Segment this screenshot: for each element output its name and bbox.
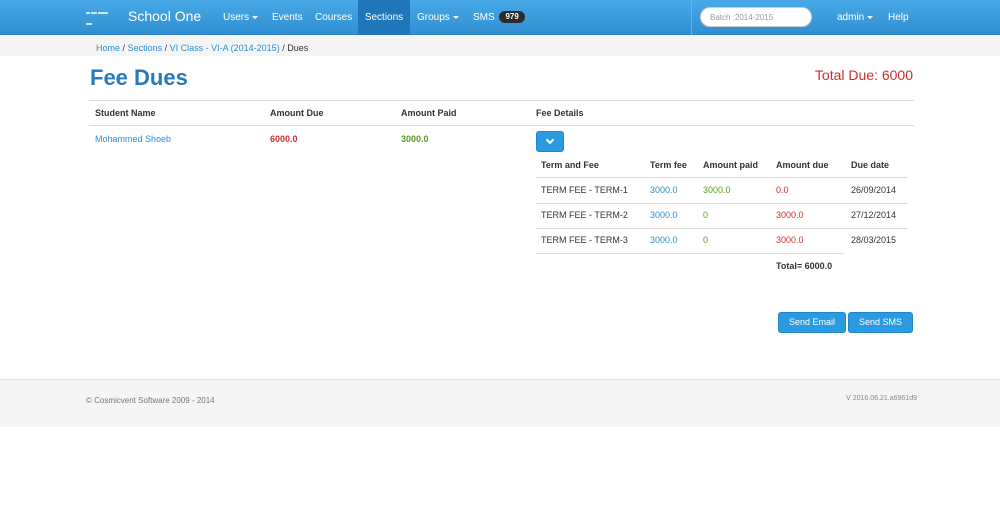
fee-column-due-date: Due date xyxy=(851,160,890,170)
student-name-link[interactable]: Mohammed Shoeb xyxy=(95,134,171,144)
breadcrumb-separator: / xyxy=(122,43,126,53)
fee-term-fee: 3000.0 xyxy=(650,185,678,195)
fee-column-amount-paid: Amount paid xyxy=(703,160,758,170)
fee-header-border xyxy=(536,177,908,178)
table-top-border xyxy=(89,100,914,101)
nav-help[interactable]: Help xyxy=(888,0,909,35)
table-header-border xyxy=(89,125,914,126)
send-email-button[interactable]: Send Email xyxy=(778,312,846,333)
column-header-amount-paid: Amount Paid xyxy=(401,108,457,118)
nav-sms-label: SMS xyxy=(473,12,495,23)
fee-amount-paid: 0 xyxy=(703,235,709,245)
fee-term-name: TERM FEE - TERM-1 xyxy=(541,185,628,195)
fee-term-name: TERM FEE - TERM-2 xyxy=(541,210,628,220)
nav-users-label: Users xyxy=(223,12,250,23)
amount-due-value: 6000.0 xyxy=(270,134,298,144)
nav-events[interactable]: Events xyxy=(272,0,303,35)
batch-search-input[interactable] xyxy=(700,7,812,27)
fee-due-date: 27/12/2014 xyxy=(851,210,897,220)
fee-due-date: 28/03/2015 xyxy=(851,235,897,245)
amount-paid-value: 3000.0 xyxy=(401,134,429,144)
fee-total: Total= 6000.0 xyxy=(776,261,833,271)
fee-column-term-fee: Term fee xyxy=(650,160,687,170)
fee-amount-due: 3000.0 xyxy=(776,235,804,245)
total-due-label: Total Due: 6000 xyxy=(814,67,913,83)
footer-copyright: © Cosmicvent Software 2009 - 2014 xyxy=(86,396,215,405)
breadcrumb-separator: / xyxy=(164,43,168,53)
column-header-amount-due: Amount Due xyxy=(270,108,324,118)
brand-name[interactable]: School One xyxy=(128,8,201,24)
column-header-fee-details: Fee Details xyxy=(536,108,584,118)
nav-divider xyxy=(691,0,692,35)
fee-term-name: TERM FEE - TERM-3 xyxy=(541,235,628,245)
caret-down-icon xyxy=(452,15,459,19)
nav-groups-label: Groups xyxy=(417,12,450,23)
fee-due-date: 26/09/2014 xyxy=(851,185,897,195)
breadcrumb-current: Dues xyxy=(287,43,309,53)
caret-down-icon xyxy=(867,15,874,19)
nav-groups[interactable]: Groups xyxy=(417,0,459,35)
footer-version: V 2016.06.21.a6961d9 xyxy=(846,395,917,402)
breadcrumb: Home / Sections / VI Class - VI-A (2014-… xyxy=(96,43,308,53)
send-sms-button[interactable]: Send SMS xyxy=(848,312,913,333)
breadcrumb-class[interactable]: VI Class - VI-A (2014-2015) xyxy=(170,43,280,53)
fee-column-amount-due: Amount due xyxy=(776,160,829,170)
nav-admin-label: admin xyxy=(837,12,865,23)
app-logo[interactable] xyxy=(86,6,114,25)
breadcrumb-home[interactable]: Home xyxy=(96,43,120,53)
sms-count-badge: 979 xyxy=(499,11,525,24)
fee-column-term: Term and Fee xyxy=(541,160,599,170)
nav-admin-menu[interactable]: admin xyxy=(837,0,874,35)
nav-users[interactable]: Users xyxy=(223,0,259,35)
fee-details-toggle-button[interactable] xyxy=(536,131,564,152)
fee-amount-paid: 0 xyxy=(703,210,709,220)
top-navbar: School One Users Events Courses Sections… xyxy=(0,0,1000,35)
fee-term-fee: 3000.0 xyxy=(650,210,678,220)
fee-row-border xyxy=(536,228,908,229)
nav-sections[interactable]: Sections xyxy=(358,0,410,35)
breadcrumb-sections[interactable]: Sections xyxy=(128,43,163,53)
chevron-down-icon xyxy=(545,135,555,145)
column-header-student: Student Name xyxy=(95,108,156,118)
fee-row-border xyxy=(536,253,844,254)
page-title: Fee Dues xyxy=(90,65,188,90)
fee-term-fee: 3000.0 xyxy=(650,235,678,245)
fee-amount-due: 0.0 xyxy=(776,185,789,195)
nav-sms[interactable]: SMS 979 xyxy=(473,0,525,35)
fee-amount-paid: 3000.0 xyxy=(703,185,731,195)
breadcrumb-separator: / xyxy=(282,43,285,53)
fee-amount-due: 3000.0 xyxy=(776,210,804,220)
fee-row-border xyxy=(536,203,908,204)
nav-courses[interactable]: Courses xyxy=(315,0,352,35)
caret-down-icon xyxy=(252,15,259,19)
